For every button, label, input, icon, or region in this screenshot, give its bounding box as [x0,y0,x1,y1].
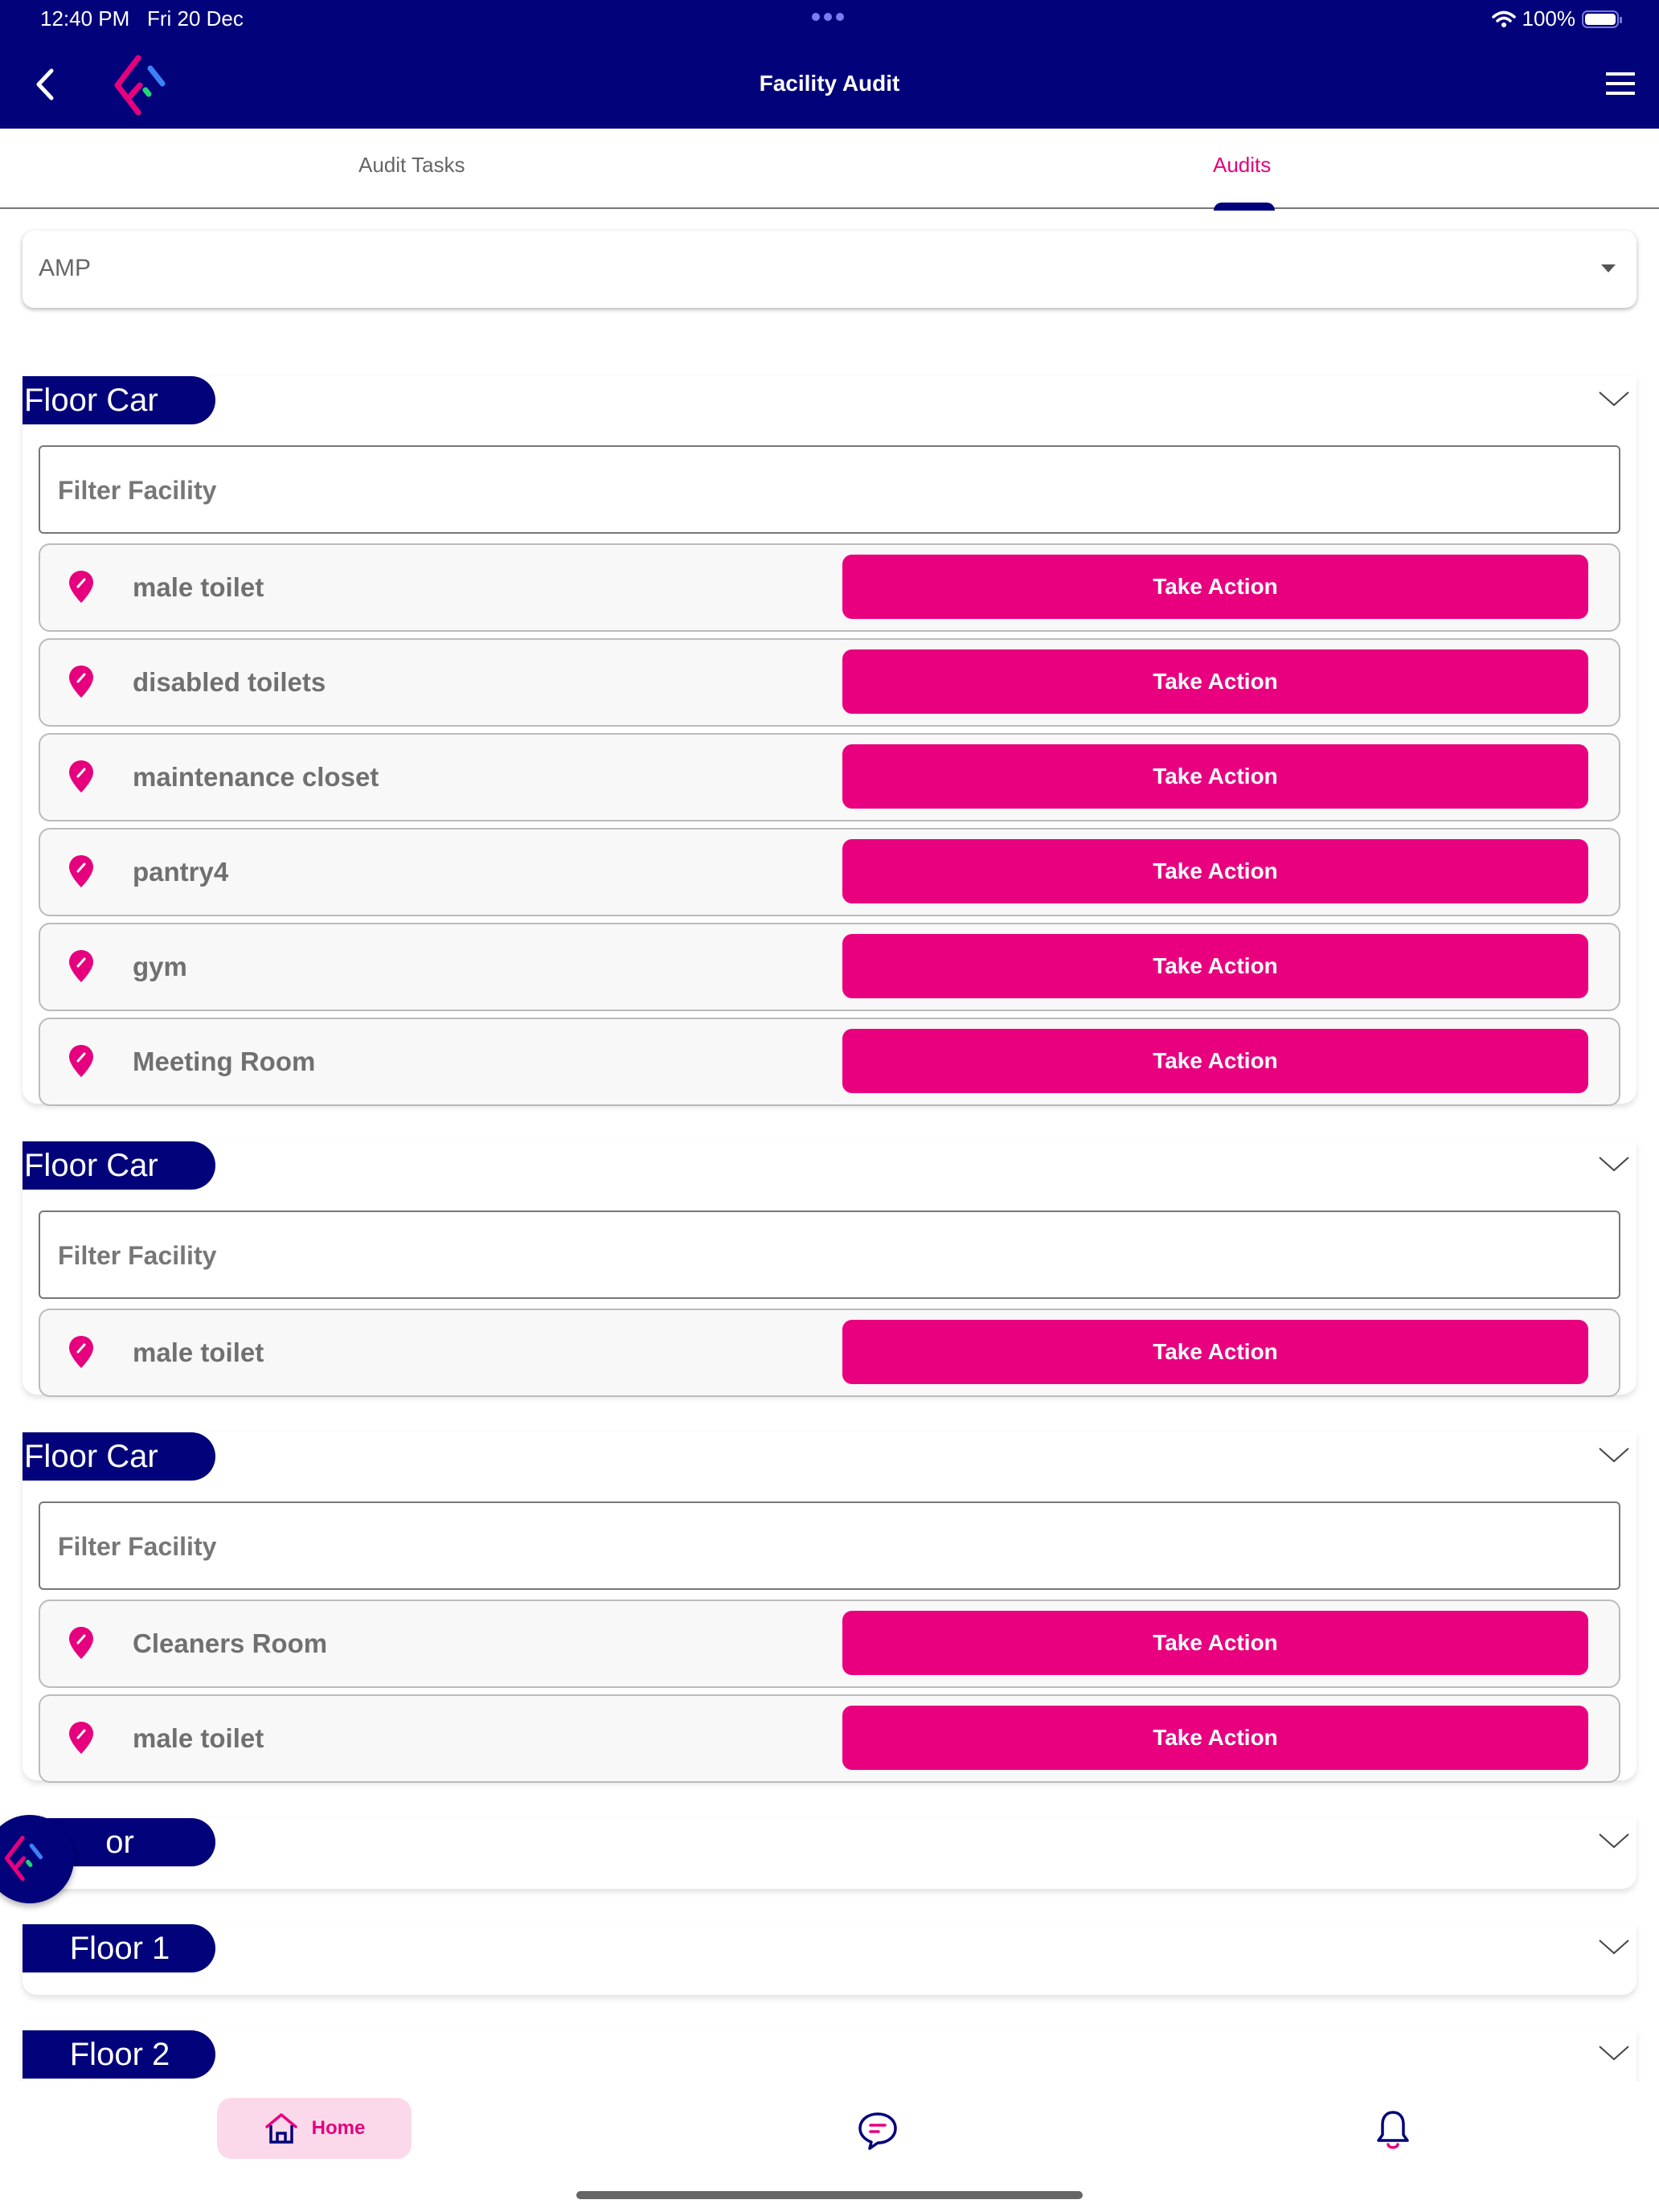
home-indicator-bar[interactable] [576,2191,1083,2199]
floor-section: Floor Car Filter Facility male toilet Ta… [23,1141,1636,1397]
wifi-icon [1491,10,1516,27]
bell-icon[interactable] [1374,2109,1411,2151]
facility-audit-screen: 12:40 PM Fri 20 Dec 100% Facility Audit … [0,0,1659,2212]
location-pin-icon [69,666,93,698]
nav-home-label: Home [311,2117,366,2139]
location-pin-icon [69,1045,93,1077]
chevron-down-icon[interactable] [1598,1937,1630,1956]
floor-section-collapsed[interactable]: or [23,1818,1636,1889]
take-action-button[interactable]: Take Action [842,934,1588,998]
status-time-date: 12:40 PM Fri 20 Dec [40,6,244,31]
location-pin-icon [69,855,93,887]
chevron-down-icon[interactable] [1598,1154,1630,1174]
filter-facility-placeholder: Filter Facility [58,1241,217,1270]
floor-label: Floor Car [23,1141,215,1190]
tab-audits[interactable]: Audits [1213,153,1271,178]
facility-name: male toilet [133,572,264,602]
facility-name: maintenance closet [133,762,379,792]
chevron-down-icon[interactable] [1598,389,1630,408]
facility-row: pantry4 Take Action [39,828,1620,916]
take-action-button[interactable]: Take Action [842,1706,1588,1770]
floor-label: Floor 2 [23,2030,215,2079]
tab-audit-tasks[interactable]: Audit Tasks [358,153,465,178]
location-pin-icon [69,1627,93,1659]
filter-facility-placeholder: Filter Facility [58,476,217,505]
floor-label: Floor 1 [23,1924,215,1972]
caret-down-icon [1601,264,1616,272]
tab-bar: Audit Tasks Audits [0,129,1659,211]
site-selector-dropdown[interactable]: AMP [23,231,1636,308]
page-title: Facility Audit [759,71,900,96]
facility-row: male toilet Take Action [39,1694,1620,1783]
facility-row: gym Take Action [39,923,1620,1011]
facility-row: male toilet Take Action [39,1309,1620,1397]
chevron-down-icon[interactable] [1598,2043,1630,2062]
take-action-button[interactable]: Take Action [842,1611,1588,1675]
location-pin-icon [69,1336,93,1368]
filter-facility-placeholder: Filter Facility [58,1532,217,1561]
take-action-button[interactable]: Take Action [842,649,1588,714]
facility-row: Meeting Room Take Action [39,1018,1620,1106]
bottom-navigation: Home [0,2082,1659,2212]
facility-row: Cleaners Room Take Action [39,1600,1620,1688]
multitasking-dots-icon[interactable] [812,13,844,21]
floor-section-collapsed[interactable]: Floor 1 [23,1924,1636,1995]
chevron-down-icon[interactable] [1598,1831,1630,1850]
site-selector-value: AMP [39,255,92,281]
app-header: 12:40 PM Fri 20 Dec 100% Facility Audit [0,0,1659,129]
facility-name: male toilet [133,1723,264,1753]
chat-icon[interactable] [857,2111,899,2151]
take-action-button[interactable]: Take Action [842,1029,1588,1093]
facility-name: male toilet [133,1337,264,1367]
take-action-button[interactable]: Take Action [842,744,1588,809]
floor-label: Floor Car [23,1432,215,1481]
take-action-button[interactable]: Take Action [842,555,1588,619]
nav-home-button[interactable]: Home [217,2098,412,2159]
hamburger-menu-icon[interactable] [1606,72,1635,95]
facility-name: pantry4 [133,857,229,887]
status-date: Fri 20 Dec [146,6,244,31]
location-pin-icon [69,950,93,982]
facility-name: Cleaners Room [133,1628,328,1658]
take-action-button[interactable]: Take Action [842,1320,1588,1384]
location-pin-icon [69,760,93,793]
facility-name: disabled toilets [133,667,326,697]
app-logo-icon [4,1835,43,1882]
active-tab-indicator [1214,203,1275,211]
facility-row: male toilet Take Action [39,543,1620,632]
location-pin-icon [69,1722,93,1754]
facility-row: disabled toilets Take Action [39,638,1620,727]
facility-row: maintenance closet Take Action [39,733,1620,821]
filter-facility-input[interactable]: Filter Facility [39,445,1620,534]
filter-facility-input[interactable]: Filter Facility [39,1210,1620,1299]
home-icon [264,2113,297,2144]
floor-section: Floor Car Filter Facility Cleaners Room … [23,1432,1636,1783]
take-action-button[interactable]: Take Action [842,839,1588,903]
status-time: 12:40 PM [40,6,130,31]
floor-label: Floor Car [23,376,215,424]
facility-name: gym [133,952,187,981]
facility-name: Meeting Room [133,1047,316,1076]
battery-percent: 100% [1522,6,1576,31]
location-pin-icon [69,571,93,603]
filter-facility-input[interactable]: Filter Facility [39,1501,1620,1590]
floor-section: Floor Car Filter Facility male toilet Ta… [23,376,1636,1106]
battery-icon [1582,10,1622,28]
chevron-down-icon[interactable] [1598,1445,1630,1464]
status-indicators: 100% [1491,6,1622,31]
